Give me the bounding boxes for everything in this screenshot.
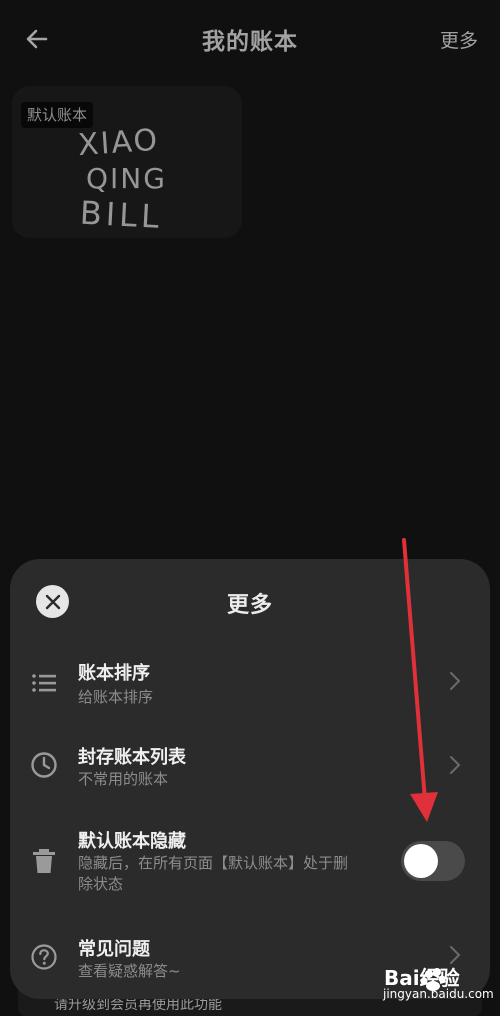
menu-item-subtitle-line2: 除状态 [78, 875, 124, 893]
toggle-knob [404, 844, 438, 878]
menu-item-subtitle: 给账本排序 [78, 688, 154, 706]
menu-item-subtitle-line1: 隐藏后，在所有页面【默认账本】处于删 [78, 854, 349, 872]
menu-item-subtitle: 查看疑惑解答~ [78, 962, 181, 980]
clock-icon [31, 752, 57, 778]
help-icon [31, 944, 57, 970]
menu-item-title: 常见问题 [78, 939, 150, 960]
menu-item-title: 封存账本列表 [78, 747, 186, 768]
menu-item-title: 默认账本隐藏 [78, 831, 186, 852]
hide-default-book-toggle[interactable] [401, 841, 465, 881]
chevron-right-icon [450, 672, 461, 690]
menu-item-book-sort[interactable]: 账本排序 给账本排序 [10, 647, 490, 727]
list-icon [32, 674, 56, 692]
menu-item-title: 账本排序 [78, 663, 150, 684]
sheet-title: 更多 [226, 593, 273, 618]
menu-item-subtitle: 不常用的账本 [78, 770, 169, 788]
chevron-right-icon [450, 756, 461, 774]
watermark-url: jingyan.baidu.com [383, 987, 494, 1001]
menu-item-archived-books[interactable]: 封存账本列表 不常用的账本 [10, 731, 490, 811]
trash-icon [33, 849, 55, 873]
more-bottom-sheet: 更多 账本排序 给账本排序 封存账本列表 不常用的账本 默认账本隐藏 隐藏后，在… [10, 559, 490, 999]
